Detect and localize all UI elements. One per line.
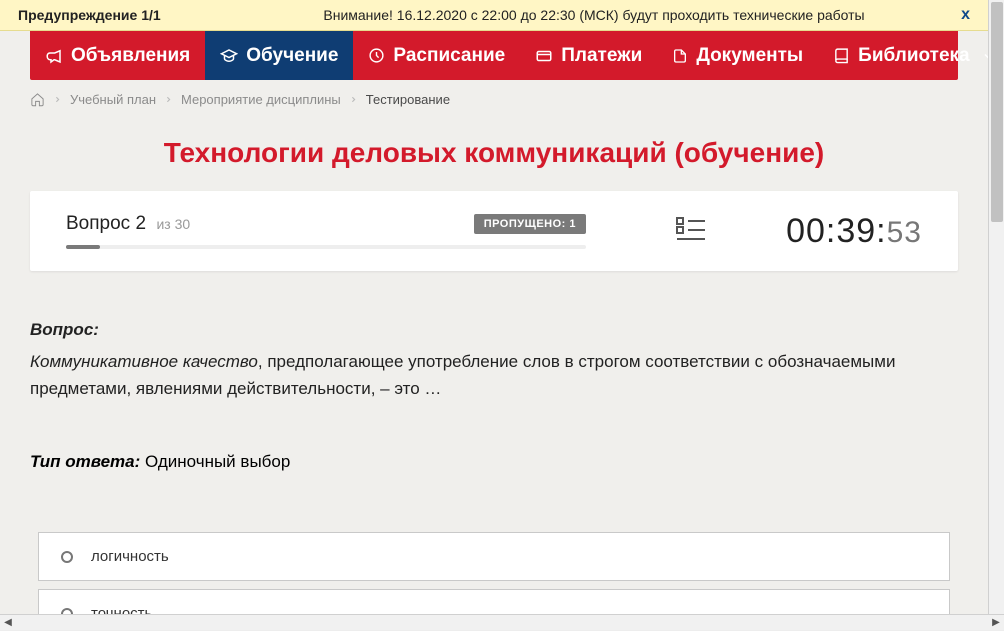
megaphone-icon [45,47,63,65]
answer-type-value: Одиночный выбор [140,452,290,471]
main-nav: Объявления Обучение Расписание Платежи Д… [30,31,958,80]
option-label: точность [91,605,152,614]
breadcrumb-plan[interactable]: Учебный план [70,92,156,107]
timer-seconds: 53 [887,216,922,249]
vertical-scrollbar[interactable] [988,0,1004,614]
nav-label: Обучение [246,45,338,67]
answer-type: Тип ответа: Одиночный выбор [30,452,958,472]
answer-option[interactable]: логичность [38,532,950,581]
breadcrumb-current: Тестирование [366,92,450,107]
file-icon [672,47,688,65]
answer-type-label: Тип ответа: [30,452,140,471]
question-prefix: Вопрос: [30,317,958,343]
question-emphasis: Коммуникативное качество [30,352,258,371]
answer-option[interactable]: точность [38,589,950,614]
nav-label: Расписание [393,45,505,67]
warning-message: Внимание! 16.12.2020 с 22:00 до 22:30 (М… [218,7,970,23]
scrollbar-track[interactable] [16,615,988,630]
clock-icon [368,47,385,64]
warning-bar: Предупреждение 1/1 Внимание! 16.12.2020 … [0,0,988,31]
nav-label: Платежи [561,45,642,67]
nav-documents[interactable]: Документы [657,31,818,80]
nav-label: Объявления [71,45,190,67]
question-body: Вопрос: Коммуникативное качество, предпо… [30,317,958,402]
book-icon [833,47,850,64]
page-title: Технологии деловых коммуникаций (обучени… [0,137,988,169]
scroll-left-arrow[interactable]: ◀ [0,615,16,631]
answer-options: логичность точность [38,532,950,614]
timer: 00:39:53 [786,212,922,251]
nav-learning[interactable]: Обучение [205,31,353,80]
question-list-icon[interactable] [676,216,706,247]
home-icon[interactable] [30,92,45,107]
nav-payments[interactable]: Платежи [520,31,657,80]
scrollbar-thumb[interactable] [991,2,1003,222]
radio-icon [61,551,73,563]
test-status-card: Вопрос 2 из 30 ПРОПУЩЕНО: 1 00:39:53 [30,191,958,271]
option-label: логичность [91,548,169,565]
warning-close-button[interactable]: x [961,6,970,24]
graduation-cap-icon [220,47,238,65]
nav-schedule[interactable]: Расписание [353,31,520,80]
horizontal-scrollbar[interactable]: ◀ ▶ [0,614,1004,630]
chevron-right-icon [164,92,173,107]
question-total: из 30 [156,216,190,232]
progress-fill [66,245,100,249]
question-number: Вопрос 2 [66,213,146,234]
card-icon [535,47,553,65]
skipped-badge: ПРОПУЩЕНО: 1 [474,214,586,234]
breadcrumb: Учебный план Мероприятие дисциплины Тест… [30,92,958,107]
chevron-right-icon [349,92,358,107]
nav-announcements[interactable]: Объявления [30,31,205,80]
breadcrumb-event[interactable]: Мероприятие дисциплины [181,92,341,107]
nav-label: Библиотека [858,45,969,67]
nav-label: Документы [696,45,803,67]
timer-main: 00:39: [786,212,887,250]
progress-bar [66,245,586,249]
scroll-right-arrow[interactable]: ▶ [988,615,1004,631]
chevron-right-icon [53,92,62,107]
nav-library[interactable]: Библиотека [818,31,1004,80]
warning-title: Предупреждение 1/1 [18,7,218,23]
